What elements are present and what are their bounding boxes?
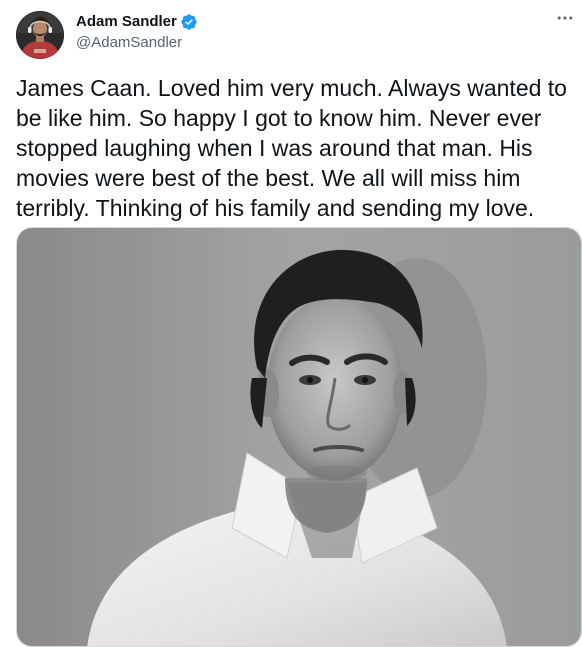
portrait-photo — [17, 228, 581, 646]
verified-badge-icon — [180, 13, 198, 31]
avatar-image — [16, 11, 64, 59]
author-display-name[interactable]: Adam Sandler — [76, 12, 177, 32]
author-name-row: Adam Sandler — [76, 12, 198, 32]
author-handle[interactable]: @AdamSandler — [76, 33, 198, 53]
tweet: Adam Sandler @AdamSandler James Caan. Lo… — [0, 0, 582, 647]
tweet-text: James Caan. Loved him very much. Always … — [16, 75, 567, 221]
avatar[interactable] — [16, 11, 64, 59]
tweet-photo[interactable] — [16, 227, 582, 647]
tweet-author: Adam Sandler @AdamSandler — [76, 12, 198, 53]
more-options-icon[interactable] — [555, 8, 575, 28]
